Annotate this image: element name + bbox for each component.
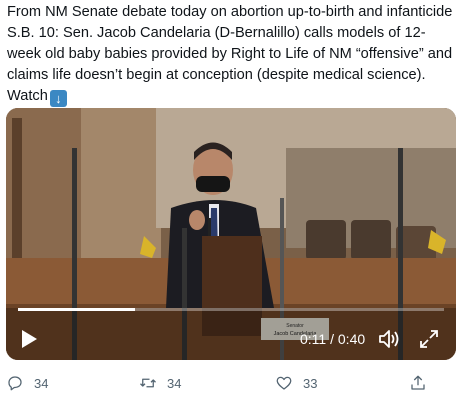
share-icon [411, 375, 425, 390]
reply-icon [8, 376, 22, 391]
like-button[interactable]: 33 [275, 372, 317, 394]
tweet: From NM Senate debate today on abortion … [0, 0, 462, 401]
video-time: 0:11 / 0:40 [296, 329, 369, 349]
video-progress-bar[interactable] [18, 308, 444, 311]
fullscreen-button[interactable] [418, 328, 440, 350]
volume-icon [379, 330, 399, 348]
video-progress-fill [18, 308, 136, 311]
video-frame: Senator Jacob Candelaria [6, 108, 456, 360]
current-time: 0:11 [300, 331, 327, 347]
tweet-actions: 34 34 33 [0, 372, 462, 394]
reply-count: 34 [34, 375, 49, 391]
like-count: 33 [303, 375, 318, 391]
play-icon [22, 330, 37, 348]
retweet-count: 34 [167, 375, 182, 391]
retweet-icon [140, 378, 156, 388]
video-player[interactable]: Senator Jacob Candelaria 0:11 / 0:40 [6, 108, 456, 360]
reply-button[interactable]: 34 [6, 372, 48, 394]
arrow-down-emoji-icon: ↓ [49, 90, 67, 107]
retweet-button[interactable]: 34 [139, 372, 181, 394]
fullscreen-icon [420, 330, 438, 348]
tweet-text: From NM Senate debate today on abortion … [7, 4, 453, 104]
play-button[interactable] [18, 328, 40, 350]
tweet-text-block: From NM Senate debate today on abortion … [7, 2, 455, 107]
time-separator: / [326, 331, 338, 347]
volume-button[interactable] [377, 327, 401, 351]
share-button[interactable] [409, 372, 427, 394]
heart-icon [276, 376, 292, 390]
duration: 0:40 [337, 331, 366, 347]
